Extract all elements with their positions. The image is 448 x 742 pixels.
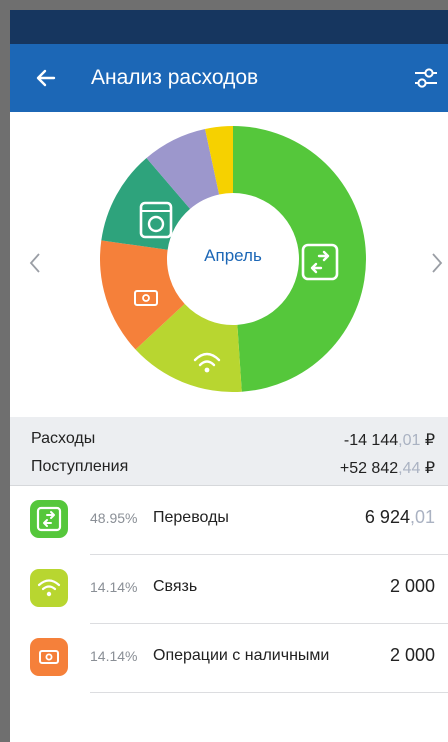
item-percent: 48.95% [90,510,138,526]
expenses-currency: ₽ [420,432,435,449]
filter-settings-icon[interactable] [412,64,440,92]
chart-center-label: Апрель [204,246,262,265]
income-amount: +52 842 [339,460,399,477]
income-row: Поступления +52 842,44 ₽ [31,458,435,482]
transfer-icon [30,500,68,538]
prev-month-arrow-icon[interactable] [24,246,46,280]
expenses-cents: ,01 [398,432,421,449]
item-percent: 14.14% [90,648,138,664]
app-bar: Анализ расходов [10,44,448,112]
expenses-value: -14 144,01 ₽ [344,430,435,450]
status-bar [10,10,448,44]
item-amount-main: 2 000 [389,645,435,665]
income-value: +52 842,44 ₽ [340,458,435,478]
wifi-icon [30,569,68,607]
expenses-row: Расходы -14 144,01 ₽ [31,430,435,454]
divider [90,692,448,693]
expenses-amount: -14 144 [343,432,399,449]
next-month-arrow-icon[interactable] [426,246,448,280]
income-currency: ₽ [420,460,435,477]
item-name: Операции с наличными [153,647,330,664]
income-label: Поступления [31,458,129,475]
app-screen: Анализ расходов Апрель Расходы -14 144,0… [10,10,448,742]
item-amount-main: 6 924 [364,507,410,527]
page-title: Анализ расходов [91,66,259,89]
item-amount-main: 2 000 [389,576,435,596]
back-arrow-icon[interactable] [32,64,60,92]
item-amount: 6 924,01 [365,507,435,528]
list-item-communication[interactable]: 14.14% Связь 2 000 [10,555,448,624]
item-name: Переводы [153,509,229,526]
income-cents: ,44 [398,460,421,477]
chart-area: Апрель [10,112,448,417]
item-name: Связь [153,578,198,595]
item-amount: 2 000 [390,645,435,666]
list-item-cash-operations[interactable]: 14.14% Операции с наличными 2 000 [10,624,448,693]
item-amount-cents: ,01 [409,507,435,527]
summary-panel: Расходы -14 144,01 ₽ Поступления +52 842… [10,417,448,486]
item-amount: 2 000 [390,576,435,597]
item-percent: 14.14% [90,579,138,595]
expenses-label: Расходы [31,430,96,447]
list-item-transfers[interactable]: 48.95% Переводы 6 924,01 [10,486,448,555]
cash-icon [30,638,68,676]
